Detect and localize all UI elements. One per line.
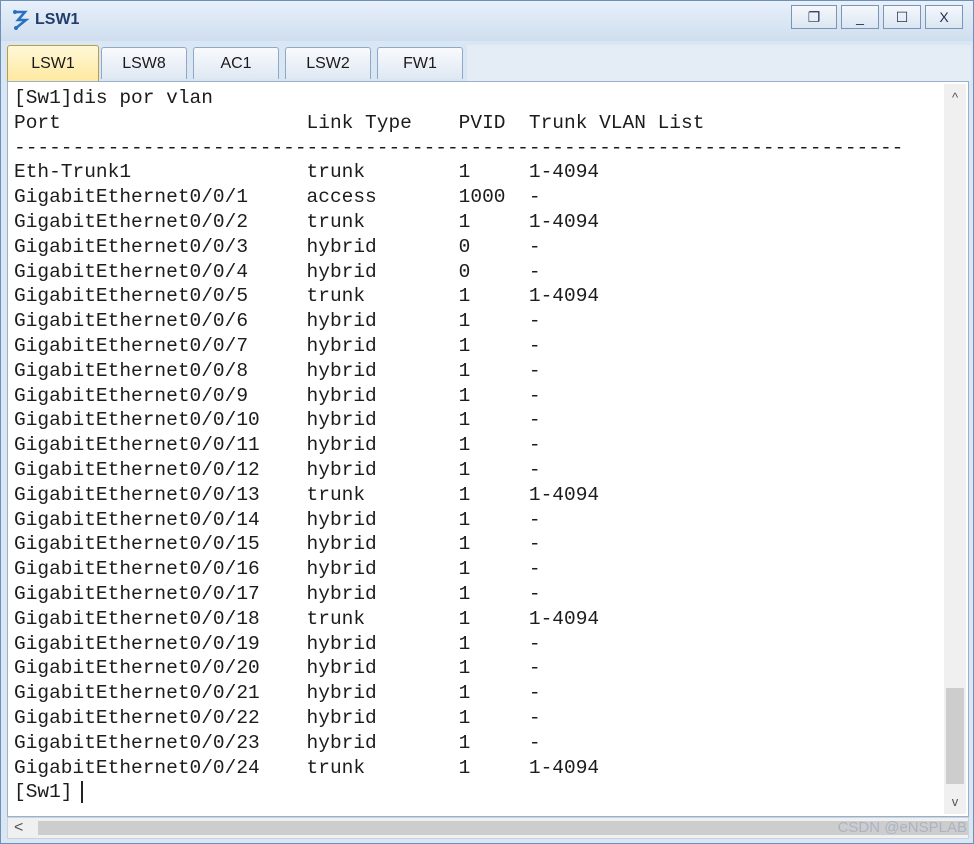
console-line: [Sw1]dis por vlan [14,87,213,109]
console-line: GigabitEthernet0/0/18 trunk 1 1-4094 [14,607,600,630]
scroll-up-arrow[interactable]: ^ [944,86,966,108]
console-line: GigabitEthernet0/0/15 hybrid 1 - [14,533,541,556]
console-line: ----------------------------------------… [14,136,904,159]
tab-lsw8[interactable]: LSW8 [101,47,187,79]
console-line: Port Link Type PVID Trunk VLAN List [14,111,705,134]
console-line: GigabitEthernet0/0/9 hybrid 1 - [14,384,541,407]
console-line: GigabitEthernet0/0/12 hybrid 1 - [14,458,541,481]
title-bar[interactable]: LSW1 ❐ _ ☐ X [1,1,973,41]
console-line: GigabitEthernet0/0/5 trunk 1 1-4094 [14,285,600,308]
maximize-icon: ☐ [895,8,909,25]
app-icon [11,9,31,31]
console-window: LSW1 ❐ _ ☐ X LSW1 LSW8 AC1 LSW2 FW1 [Sw1… [0,0,974,844]
restore-icon: ❐ [807,8,821,25]
console-line: GigabitEthernet0/0/17 hybrid 1 - [14,582,541,605]
horizontal-scroll-thumb[interactable] [38,821,968,835]
tab-bar-background [467,45,971,81]
vertical-scrollbar[interactable]: ^ v [944,84,966,814]
tab-ac1[interactable]: AC1 [193,47,279,79]
console-line: GigabitEthernet0/0/4 hybrid 0 - [14,260,541,283]
console-line: GigabitEthernet0/0/2 trunk 1 1-4094 [14,210,600,233]
console-line: GigabitEthernet0/0/21 hybrid 1 - [14,682,541,705]
vertical-scroll-thumb[interactable] [946,688,964,784]
tab-fw1[interactable]: FW1 [377,47,463,79]
console-line: Eth-Trunk1 trunk 1 1-4094 [14,161,600,184]
console-output[interactable]: [Sw1]dis por vlan Port Link Type PVID Tru… [7,81,969,817]
console-line: GigabitEthernet0/0/10 hybrid 1 - [14,409,541,432]
console-line: GigabitEthernet0/0/1 access 1000 - [14,186,541,209]
text-cursor [80,781,83,804]
console-line: GigabitEthernet0/0/13 trunk 1 1-4094 [14,483,600,506]
restore-button[interactable]: ❐ [791,5,837,29]
console-line: GigabitEthernet0/0/24 trunk 1 1-4094 [14,756,600,779]
scroll-left-arrow[interactable]: < [14,818,23,838]
console-line: GigabitEthernet0/0/7 hybrid 1 - [14,334,541,357]
horizontal-scrollbar[interactable]: < [7,817,969,839]
window-title: LSW1 [35,11,80,28]
console-line: GigabitEthernet0/0/11 hybrid 1 - [14,434,541,457]
console-line: GigabitEthernet0/0/14 hybrid 1 - [14,508,541,531]
console-line: GigabitEthernet0/0/22 hybrid 1 - [14,706,541,729]
minimize-button[interactable]: _ [841,5,879,29]
watermark: CSDN @eNSPLAB [837,819,967,836]
console-line: GigabitEthernet0/0/23 hybrid 1 - [14,731,541,754]
close-button[interactable]: X [925,5,963,29]
maximize-button[interactable]: ☐ [883,5,921,29]
tab-lsw2[interactable]: LSW2 [285,47,371,79]
console-lines: [Sw1]dis por vlan Port Link Type PVID Tru… [14,86,903,805]
close-icon: X [939,9,949,25]
console-line: GigabitEthernet0/0/3 hybrid 0 - [14,235,541,258]
console-line: GigabitEthernet0/0/6 hybrid 1 - [14,310,541,333]
console-line: GigabitEthernet0/0/8 hybrid 1 - [14,359,541,382]
console-prompt: [Sw1] [14,781,73,804]
console-prompt-line[interactable]: [Sw1] [14,780,903,805]
tab-lsw1[interactable]: LSW1 [7,45,99,81]
scroll-down-arrow[interactable]: v [944,790,966,812]
console-line: GigabitEthernet0/0/20 hybrid 1 - [14,657,541,680]
console-line: GigabitEthernet0/0/16 hybrid 1 - [14,558,541,581]
console-line: GigabitEthernet0/0/19 hybrid 1 - [14,632,541,655]
minimize-icon: _ [856,9,864,25]
